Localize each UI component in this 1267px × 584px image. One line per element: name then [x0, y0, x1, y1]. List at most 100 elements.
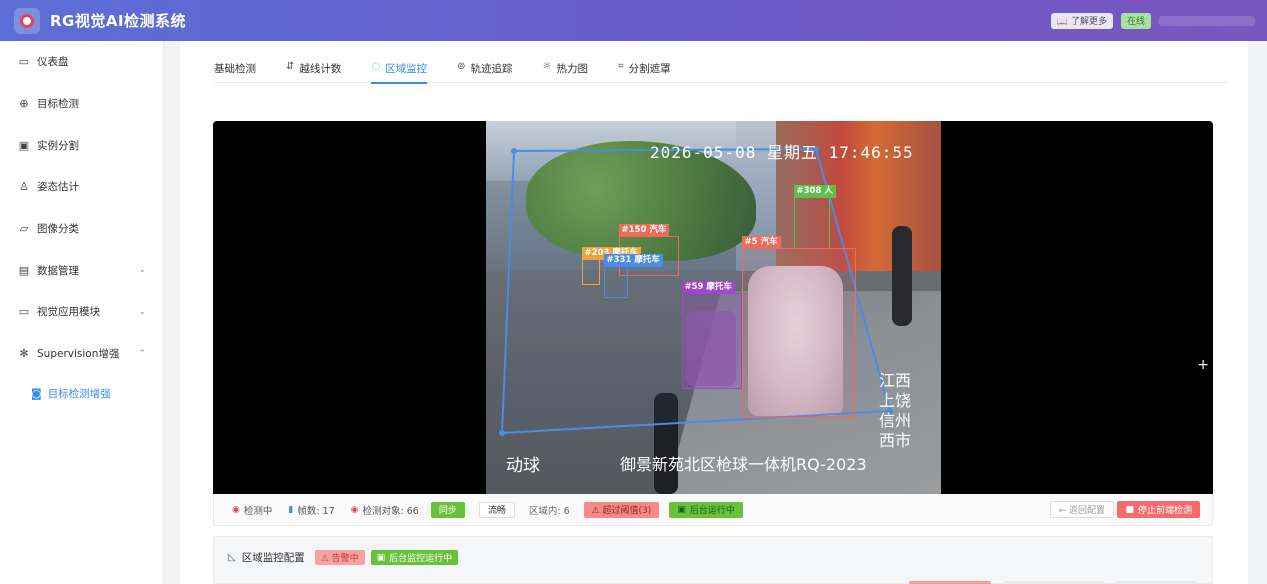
detection-box: #203 摩托车 — [581, 247, 641, 285]
video-timestamp: 2026-05-08 星期五 17:46:55 — [650, 143, 914, 162]
stop-detection-button[interactable]: ■ 停止前端检测 — [1117, 501, 1200, 518]
tab-segmentation-mask[interactable]: ⌗ 分割遮罩 — [618, 61, 671, 83]
osd-location: 江西上饶信州西市 — [879, 371, 912, 450]
user-info[interactable] — [1159, 15, 1255, 26]
target-icon: ◉ — [232, 504, 240, 515]
crop-icon: ⌗ — [617, 61, 624, 72]
crosshair-icon: + — [1197, 357, 1209, 373]
tab-label: 轨迹追踪 — [470, 63, 513, 75]
config-header: ◺ 区域监控配置 ⚠ 告警中 ▣ 后台监控运行中 — [228, 550, 459, 565]
detection-box: #59 摩托车 — [681, 281, 742, 389]
sidebar-subitem-label: 目标检测增强 — [47, 388, 111, 400]
video-player[interactable]: 2026-05-08 星期五 17:46:55 #308 人 #150 汽车 #… — [213, 121, 1213, 494]
tab-zone-monitor[interactable]: ◌ 区域监控 — [371, 61, 428, 84]
monitor-icon: ▭ — [18, 55, 30, 69]
server-icon: ▣ — [376, 552, 386, 563]
sidebar-item-image-classification[interactable]: ▱ 图像分类 — [0, 208, 163, 250]
alarm-badge: ⚠ 告警中 — [314, 550, 365, 565]
sidebar-item-vision-apps[interactable]: ▭ 视觉应用模块 ⌄ — [0, 291, 163, 333]
background-running-label: 后台运行中 — [689, 506, 735, 516]
detection-box: #308 人 — [793, 185, 836, 249]
folder-icon: ▱ — [19, 222, 29, 236]
app-title: RG视觉AI检测系统 — [50, 12, 187, 30]
camera-frame: 2026-05-08 星期五 17:46:55 #308 人 #150 汽车 #… — [486, 121, 941, 494]
tab-line-count[interactable]: ⇵ 越线计数 — [286, 61, 341, 83]
sidebar-item-instance-segmentation[interactable]: ▣ 实例分割 — [0, 124, 163, 166]
sidebar-item-data-management[interactable]: ▤ 数据管理 ⌄ — [0, 249, 163, 291]
detection-label: #5 汽车 — [741, 236, 781, 249]
track-icon: ⊚ — [457, 61, 466, 72]
config-title: 区域监控配置 — [241, 552, 305, 564]
detection-label: #331 摩托车 — [603, 254, 663, 267]
box-icon: ▤ — [18, 263, 30, 277]
detection-label: #308 人 — [793, 185, 836, 198]
sidebar-item-label: 视觉应用模块 — [37, 306, 100, 319]
user-icon: ♙ — [19, 180, 29, 194]
zone-config-panel: ◺ 区域监控配置 ⚠ 告警中 ▣ 后台监控运行中 — [213, 536, 1213, 584]
main-content: 基础检测 ⇵ 越线计数 ◌ 区域监控 ⊚ 轨迹追踪 ☼ 热力图 ⌗ 分割遮罩 2… — [180, 41, 1248, 584]
back-to-config-button[interactable]: ← 返回配置 — [1049, 501, 1114, 518]
sidebar-item-label: 仪表盘 — [37, 56, 69, 69]
osd-camera-name: 御景新苑北区枪球一体机RQ-2023 — [620, 455, 867, 474]
sidebar-item-label: Supervision增强 — [37, 348, 120, 361]
monitoring-badge: ▣ 后台监控运行中 — [370, 550, 459, 565]
tab-label: 热力图 — [556, 63, 588, 75]
app-header: RG视觉AI检测系统 📖 了解更多 在线 — [0, 0, 1267, 41]
zone-object-count: 区域内: 6 — [528, 505, 570, 517]
bar-chart-icon: ▮ — [288, 504, 294, 515]
tab-heatmap[interactable]: ☼ 热力图 — [543, 61, 588, 83]
monitoring-label: 后台监控运行中 — [389, 554, 453, 564]
app-logo — [14, 7, 40, 34]
sparkle-icon: ✻ — [19, 347, 29, 361]
detection-box: #5 汽车 — [741, 236, 856, 418]
sync-button[interactable]: 同步 — [430, 501, 465, 518]
sidebar-item-supervision[interactable]: ✻ Supervision增强 ⌃ — [0, 333, 163, 375]
sidebar-item-label: 图像分类 — [37, 223, 79, 236]
stop-icon: ■ — [1125, 504, 1134, 515]
sun-icon: ☼ — [542, 61, 552, 72]
image-icon: ▣ — [18, 138, 30, 152]
sidebar-subitem-detection-enhance[interactable]: ◙ 目标检测增强 — [0, 375, 163, 413]
sidebar-item-pose-estimation[interactable]: ♙ 姿态估计 — [0, 166, 163, 208]
detection-box: #331 摩托车 — [603, 254, 663, 298]
crosshair-icon: ⊕ — [19, 97, 29, 111]
sidebar-item-label: 目标检测 — [37, 98, 79, 111]
object-count: ◉ 检测对象: 66 — [351, 503, 419, 517]
detecting-status: ◉ 检测中 — [232, 503, 272, 517]
ruler-icon: ◺ — [228, 552, 236, 563]
tab-basic-detection[interactable]: 基础检测 — [214, 61, 256, 83]
arrows-icon: ⇵ — [286, 61, 295, 72]
tab-label: 基础检测 — [214, 63, 256, 75]
detecting-label: 检测中 — [243, 505, 273, 517]
background-running-badge: ▣ 后台运行中 — [669, 501, 743, 518]
sidebar-item-dashboard[interactable]: ▭ 仪表盘 — [0, 41, 163, 83]
sidebar: ▭ 仪表盘 ⊕ 目标检测 ▣ 实例分割 ♙ 姿态估计 ▱ 图像分类 ▤ 数据管理… — [0, 41, 164, 584]
detection-status-bar: ◉ 检测中 ▮ 帧数: 17 ◉ 检测对象: 66 同步 流畅 区域内: 6 ⚠… — [213, 494, 1213, 526]
tab-label: 越线计数 — [299, 63, 342, 75]
frame-count: ▮ 帧数: 17 — [288, 503, 334, 517]
smooth-button[interactable]: 流畅 — [478, 501, 515, 518]
sidebar-item-object-detection[interactable]: ⊕ 目标检测 — [0, 83, 163, 125]
tab-label: 分割遮罩 — [628, 63, 671, 75]
tab-trajectory[interactable]: ⊚ 轨迹追踪 — [457, 61, 512, 83]
stop-detection-label: 停止前端检测 — [1137, 506, 1192, 516]
tab-bar: 基础检测 ⇵ 越线计数 ◌ 区域监控 ⊚ 轨迹追踪 ☼ 热力图 ⌗ 分割遮罩 — [214, 61, 1228, 84]
server-icon: ▣ — [677, 504, 686, 515]
learn-more-button[interactable]: 📖 了解更多 — [1050, 12, 1113, 29]
detection-label: #59 摩托车 — [681, 281, 735, 294]
sidebar-item-label: 数据管理 — [37, 264, 79, 277]
frame-count-label: 帧数: 17 — [297, 505, 335, 517]
sidebar-item-label: 姿态估计 — [37, 181, 79, 194]
monitor-icon: ▭ — [18, 305, 30, 319]
target-icon — [20, 13, 34, 28]
chevron-down-icon: ⌄ — [138, 306, 146, 317]
online-status-badge: 在线 — [1120, 12, 1151, 29]
target-icon: ◉ — [350, 504, 359, 515]
tab-label: 区域监控 — [385, 63, 428, 75]
zone-icon: ◌ — [371, 61, 381, 72]
object-count-label: 检测对象: 66 — [362, 505, 419, 517]
chevron-down-icon: ⌄ — [138, 265, 146, 276]
sidebar-item-label: 实例分割 — [37, 139, 79, 152]
chevron-up-icon: ⌃ — [138, 348, 146, 359]
over-threshold-badge: ⚠ 超过阈值(3) — [583, 501, 660, 518]
